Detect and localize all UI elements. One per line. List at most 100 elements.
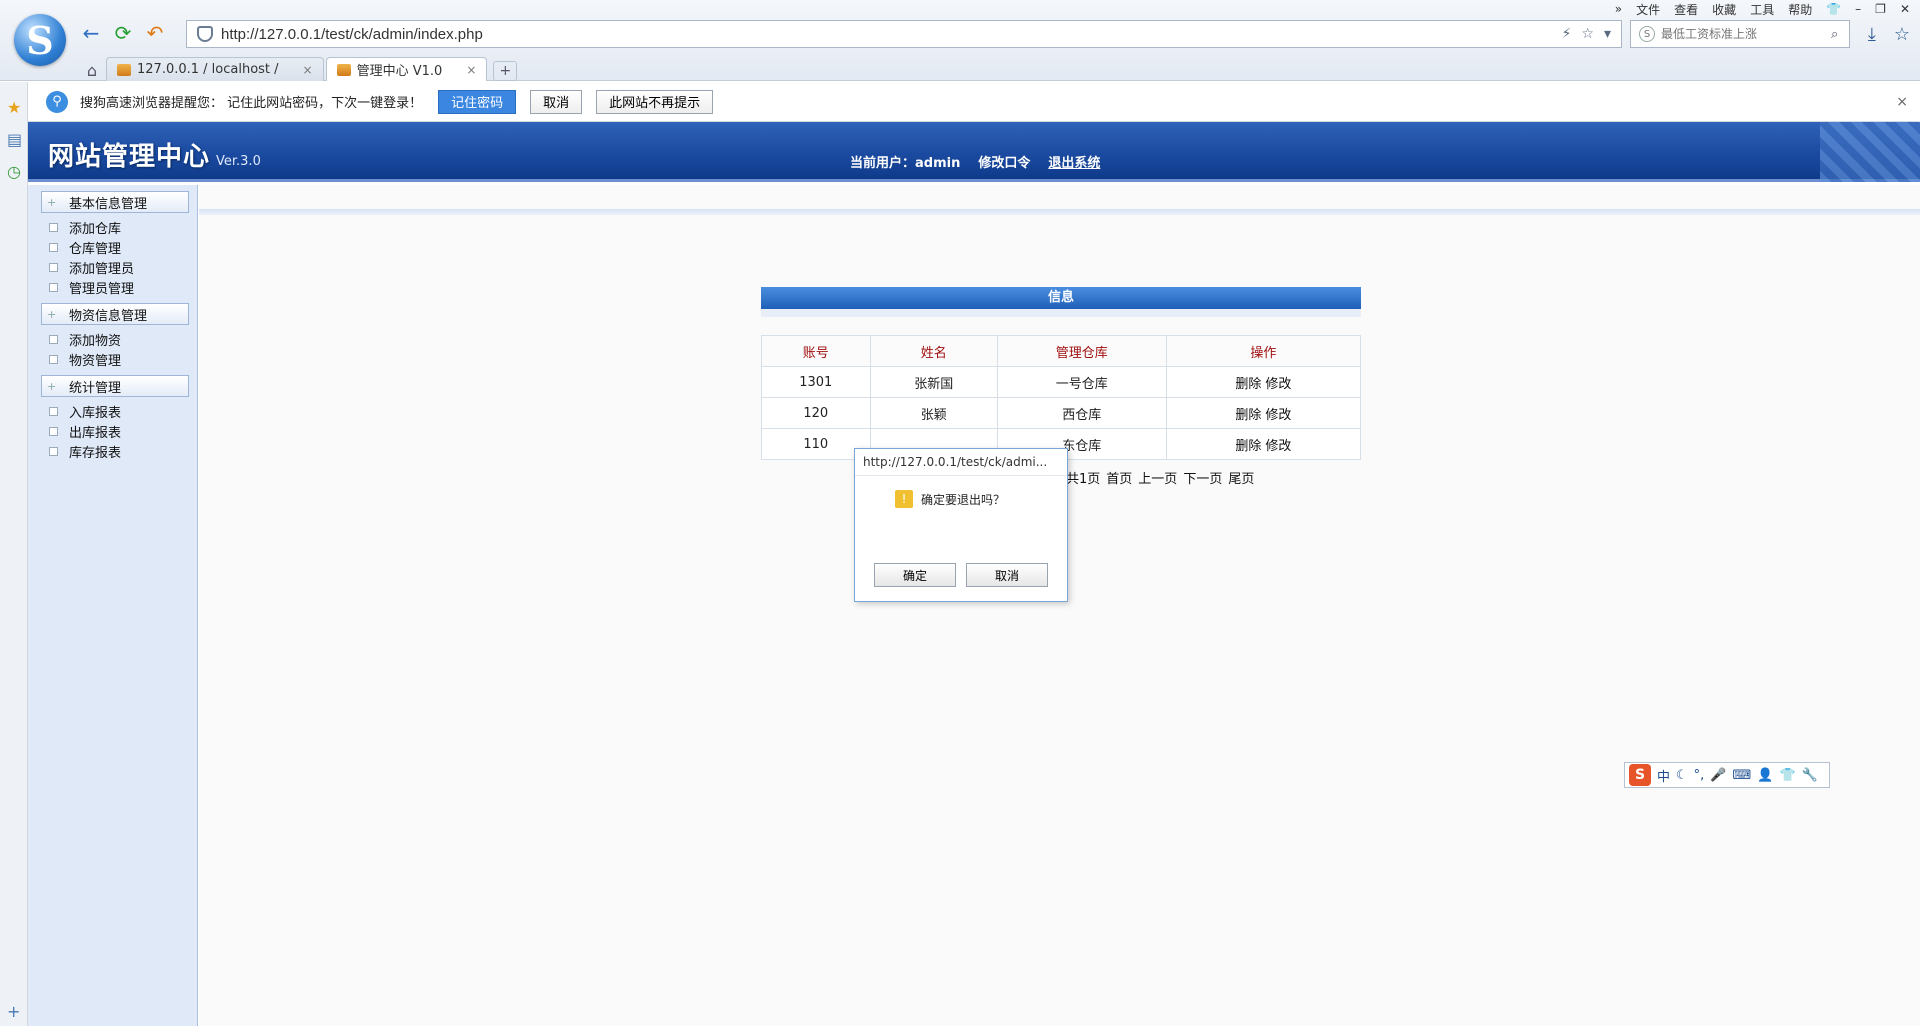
tab-phpmyadmin[interactable]: 127.0.0.1 / localhost / × xyxy=(106,57,324,81)
group-title: 基本信息管理 xyxy=(69,196,148,212)
sidebar-item-label: 物资管理 xyxy=(69,353,122,369)
sidebar-item-label: 添加仓库 xyxy=(69,221,122,237)
sidebar-item-add-material[interactable]: 添加物资 xyxy=(28,329,197,349)
tab-admin-center[interactable]: 管理中心 V1.0 × xyxy=(325,57,488,81)
sidebar-item-warehouse-mgmt[interactable]: 仓库管理 xyxy=(28,237,197,257)
group-title: 物资信息管理 xyxy=(69,308,148,324)
reader-icon[interactable]: ▤ xyxy=(7,130,22,149)
ime-mode[interactable]: 中 xyxy=(1657,766,1670,785)
dialog-cancel-button[interactable]: 取消 xyxy=(966,563,1048,587)
download-icon[interactable]: ⤓ xyxy=(1868,24,1876,45)
tree-node-icon xyxy=(49,222,58,232)
tab-close-icon[interactable]: × xyxy=(303,63,313,77)
sidebar-item-inbound-report[interactable]: 入库报表 xyxy=(28,401,197,421)
url-input[interactable] xyxy=(221,25,1562,43)
moon-icon[interactable]: ☾ xyxy=(1676,768,1688,783)
sidebar-item-stock-report[interactable]: 库存报表 xyxy=(28,441,197,461)
delete-link[interactable]: 删除 xyxy=(1235,439,1261,454)
tab-close-icon[interactable]: × xyxy=(466,63,476,77)
menu-more[interactable]: » xyxy=(1615,2,1622,16)
favorites-star-icon[interactable]: ☆ xyxy=(1894,24,1910,45)
star-icon[interactable]: ☆ xyxy=(1581,26,1594,42)
cell-account: 120 xyxy=(761,397,871,429)
restore-icon[interactable]: ❐ xyxy=(1875,2,1886,16)
browser-logo-icon[interactable]: S xyxy=(14,14,66,66)
group-material-info[interactable]: + 物资信息管理 xyxy=(41,303,189,325)
security-shield-icon xyxy=(197,26,213,42)
sidebar-item-outbound-report[interactable]: 出库报表 xyxy=(28,421,197,441)
skin-icon[interactable]: 👕 xyxy=(1826,2,1841,16)
sidebar-item-add-admin[interactable]: 添加管理员 xyxy=(28,257,197,277)
logout-link[interactable]: 退出系统 xyxy=(1048,152,1100,171)
warning-icon: ! xyxy=(895,490,913,508)
remember-password-button[interactable]: 记住密码 xyxy=(438,89,517,114)
search-box[interactable]: S ⌕ xyxy=(1630,20,1850,48)
history-clock-icon[interactable]: ◷ xyxy=(7,162,21,181)
dialog-ok-button[interactable]: 确定 xyxy=(874,563,956,587)
undo-icon[interactable]: ↶ xyxy=(142,20,168,46)
menu-file[interactable]: 文件 xyxy=(1636,1,1660,18)
delete-link[interactable]: 删除 xyxy=(1235,408,1261,423)
magnifier-icon[interactable]: ⌕ xyxy=(1831,27,1838,42)
next-page-link[interactable]: 下一页 xyxy=(1183,468,1222,487)
key-icon: ⚲ xyxy=(46,90,68,113)
group-statistics[interactable]: + 统计管理 xyxy=(41,375,189,397)
first-page-link[interactable]: 首页 xyxy=(1106,468,1132,487)
menu-view[interactable]: 查看 xyxy=(1674,1,1698,18)
cancel-button[interactable]: 取消 xyxy=(530,89,583,114)
admin-favicon-icon xyxy=(336,63,351,76)
edit-link[interactable]: 修改 xyxy=(1265,439,1291,454)
tree-node-icon xyxy=(49,242,58,252)
home-icon[interactable]: ⌂ xyxy=(78,59,106,81)
sidebar-item-label: 仓库管理 xyxy=(69,241,122,257)
user-icon[interactable]: 👤 xyxy=(1757,768,1773,783)
cell-actions: 删除 修改 xyxy=(1165,366,1362,398)
minimize-icon[interactable]: – xyxy=(1855,2,1861,16)
panel-title: 信息 xyxy=(761,287,1361,309)
menu-tools[interactable]: 工具 xyxy=(1750,1,1774,18)
search-input[interactable] xyxy=(1661,27,1831,41)
never-prompt-button[interactable]: 此网站不再提示 xyxy=(596,89,714,114)
add-sidebar-icon[interactable]: + xyxy=(7,1002,20,1021)
punctuation-icon[interactable]: °, xyxy=(1694,768,1705,783)
tree-node-icon xyxy=(49,354,58,364)
close-bar-icon[interactable]: × xyxy=(1896,94,1908,110)
sidebar-item-add-warehouse[interactable]: 添加仓库 xyxy=(28,217,197,237)
sidebar-item-admin-mgmt[interactable]: 管理员管理 xyxy=(28,277,197,297)
cell-warehouse: 一号仓库 xyxy=(996,366,1167,398)
keyboard-icon[interactable]: ⌨ xyxy=(1733,768,1752,783)
favorites-icon[interactable]: ★ xyxy=(7,98,21,117)
sidebar-item-material-mgmt[interactable]: 物资管理 xyxy=(28,349,197,369)
lightning-icon[interactable]: ⚡ xyxy=(1562,26,1572,42)
password-bar-message: 搜狗高速浏览器提醒您： 记住此网站密码，下次一键登录！ xyxy=(80,96,423,111)
browser-chrome: S ← ⟳ ↶ ⚡ ☆ ▾ S ⌕ » 文件 查看 收藏 工具 帮助 👕 – ❐… xyxy=(0,0,1920,81)
tree-node-icon xyxy=(49,334,58,344)
new-tab-button[interactable]: + xyxy=(493,61,518,81)
edit-link[interactable]: 修改 xyxy=(1265,408,1291,423)
menu-favorites[interactable]: 收藏 xyxy=(1712,1,1736,18)
confirm-dialog: http://127.0.0.1/test/ck/admi... ! 确定要退出… xyxy=(854,448,1068,602)
search-engine-icon: S xyxy=(1639,26,1655,42)
sogou-ime-icon[interactable]: S xyxy=(1629,764,1651,786)
address-bar[interactable]: ⚡ ☆ ▾ xyxy=(186,20,1622,48)
delete-link[interactable]: 删除 xyxy=(1235,377,1261,392)
tree-node-icon xyxy=(49,406,58,416)
edit-link[interactable]: 修改 xyxy=(1265,377,1291,392)
tab-strip: ⌂ 127.0.0.1 / localhost / × 管理中心 V1.0 × … xyxy=(78,56,518,81)
shirt-icon[interactable]: 👕 xyxy=(1779,768,1795,783)
close-window-icon[interactable]: ✕ xyxy=(1900,2,1910,16)
browser-menu: » 文件 查看 收藏 工具 帮助 👕 – ❐ ✕ xyxy=(1615,0,1910,18)
microphone-icon[interactable]: 🎤 xyxy=(1710,768,1726,783)
last-page-link[interactable]: 尾页 xyxy=(1228,468,1254,487)
refresh-icon[interactable]: ⟳ xyxy=(110,20,136,46)
group-basic-info[interactable]: + 基本信息管理 xyxy=(41,191,189,213)
cell-name: 张颖 xyxy=(869,397,998,429)
menu-help[interactable]: 帮助 xyxy=(1788,1,1812,18)
tab-label: 127.0.0.1 / localhost / xyxy=(137,62,279,77)
dropdown-arrow-icon[interactable]: ▾ xyxy=(1604,26,1611,42)
sidebar-item-label: 添加管理员 xyxy=(69,261,135,277)
change-password-link[interactable]: 修改口令 xyxy=(978,152,1030,171)
prev-page-link[interactable]: 上一页 xyxy=(1138,468,1177,487)
wrench-icon[interactable]: 🔧 xyxy=(1802,768,1818,783)
back-arrow-icon[interactable]: ← xyxy=(78,20,104,46)
